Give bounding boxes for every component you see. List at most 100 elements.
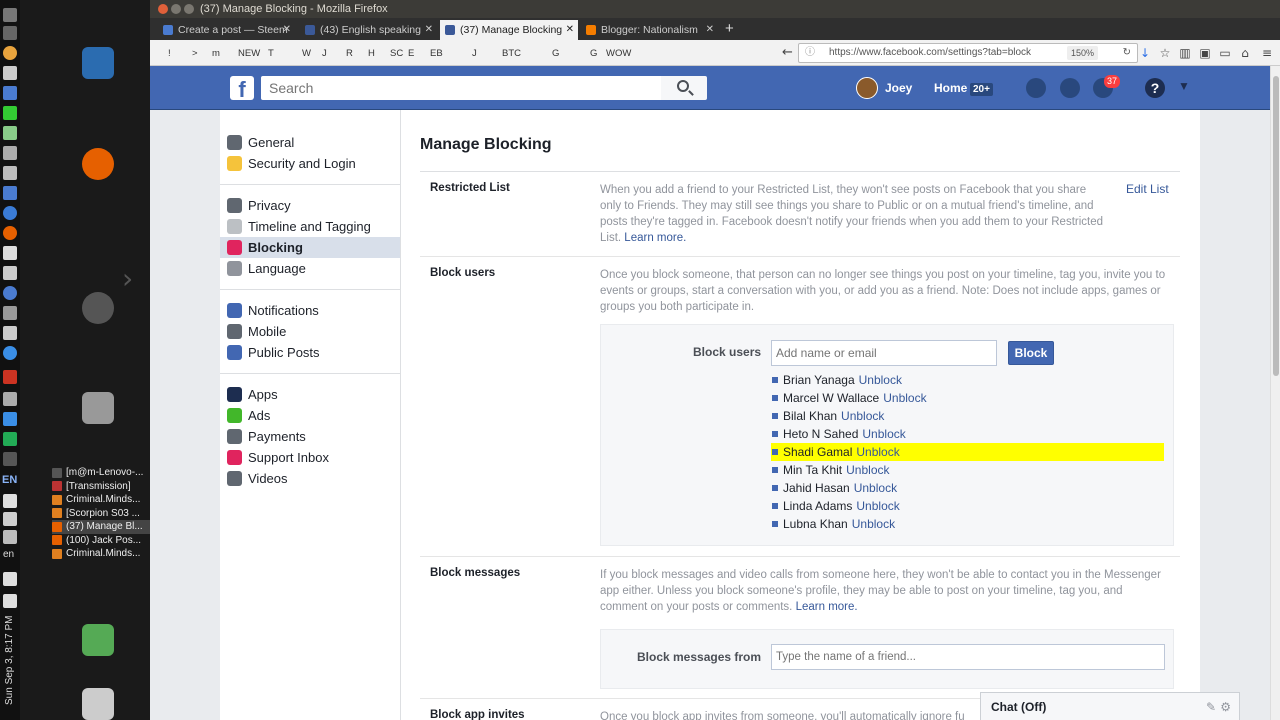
tab-english-speaking[interactable]: (43) English speaking ✕: [300, 20, 437, 40]
new-tab-button[interactable]: +: [725, 18, 734, 40]
app-icon[interactable]: [3, 186, 17, 200]
search-button[interactable]: [661, 76, 707, 100]
reload-icon[interactable]: ↻: [1123, 44, 1131, 62]
unblock-link[interactable]: Unblock: [856, 445, 899, 459]
sync-icon[interactable]: ▭: [1218, 46, 1232, 60]
bookmark-item[interactable]: NEW: [238, 48, 260, 59]
block-button[interactable]: Block: [1008, 341, 1054, 365]
chevron-right-icon[interactable]: ›: [122, 262, 133, 295]
zoom-level[interactable]: 150%: [1067, 46, 1099, 60]
window-list-item[interactable]: [m@m-Lenovo-...: [52, 466, 150, 480]
library-icon[interactable]: ▥: [1178, 46, 1192, 60]
sidebar-item-support-inbox[interactable]: Support Inbox: [220, 447, 400, 468]
close-tab-icon[interactable]: ✕: [283, 20, 291, 40]
bitcoin-icon[interactable]: [3, 46, 17, 60]
bookmark-item[interactable]: R: [346, 48, 353, 59]
unblock-link[interactable]: Unblock: [852, 517, 895, 531]
sidebar-item-public-posts[interactable]: Public Posts: [220, 342, 400, 363]
chrome-icon[interactable]: [3, 286, 17, 300]
minimize-window-button[interactable]: [171, 4, 181, 14]
profile-link[interactable]: Joey: [885, 81, 912, 95]
search-input[interactable]: [261, 76, 661, 100]
tab-steem[interactable]: Create a post — Steem ✕: [158, 20, 295, 40]
pocket-icon[interactable]: ▣: [1198, 46, 1212, 60]
trash-icon[interactable]: [82, 688, 114, 720]
ubuntu-settings-icon[interactable]: [82, 292, 114, 324]
sidebar-item-language[interactable]: Language: [220, 258, 400, 279]
tab-manage-blocking[interactable]: (37) Manage Blocking ✕: [440, 20, 578, 40]
app-icon[interactable]: [3, 326, 17, 340]
sidebar-item-privacy[interactable]: Privacy: [220, 195, 400, 216]
back-button[interactable]: ←: [782, 45, 793, 60]
keyboard-language-indicator[interactable]: EN: [2, 474, 17, 486]
language-indicator[interactable]: en: [3, 549, 14, 560]
sidebar-item-blocking[interactable]: Blocking: [220, 237, 400, 258]
download-icon[interactable]: ↓: [1138, 46, 1152, 60]
scroll-thumb[interactable]: [1273, 76, 1279, 376]
clock[interactable]: Sun Sep 3, 8:17 PM: [0, 610, 20, 710]
bookmark-item[interactable]: G: [590, 48, 597, 59]
unblock-link[interactable]: Unblock: [859, 373, 902, 387]
app-icon[interactable]: [3, 392, 17, 406]
battery-icon[interactable]: [3, 494, 17, 508]
url-text[interactable]: https://www.facebook.com/settings?tab=bl…: [829, 44, 1031, 62]
help-icon[interactable]: ?: [1145, 78, 1165, 98]
firefox-launcher-icon[interactable]: [82, 148, 114, 180]
learn-more-link[interactable]: Learn more.: [796, 601, 858, 613]
window-list-item[interactable]: [Scorpion S03 ...: [52, 507, 150, 521]
app-icon[interactable]: [3, 412, 17, 426]
wifi-icon[interactable]: [3, 512, 17, 526]
star-icon[interactable]: ☆: [1158, 46, 1172, 60]
app-icon[interactable]: [3, 266, 17, 280]
edit-list-link[interactable]: Edit List: [1126, 182, 1169, 196]
bookmark-item[interactable]: WOW: [606, 48, 631, 59]
maximize-window-button[interactable]: [184, 4, 194, 14]
app-icon[interactable]: [3, 126, 17, 140]
app-icon[interactable]: [3, 206, 17, 220]
window-list-item[interactable]: (100) Jack Pos...: [52, 534, 150, 548]
unblock-link[interactable]: Unblock: [854, 481, 897, 495]
tab-blogger[interactable]: Blogger: Nationalism ✕: [581, 20, 718, 40]
block-messages-input[interactable]: [771, 644, 1165, 670]
bookmark-item[interactable]: EB: [430, 48, 443, 59]
filezilla-icon[interactable]: [3, 370, 17, 384]
app-icon[interactable]: [3, 146, 17, 160]
bookmark-item[interactable]: J: [322, 48, 327, 59]
bookmark-item[interactable]: J: [472, 48, 477, 59]
unblock-link[interactable]: Unblock: [846, 463, 889, 477]
window-list-item[interactable]: Criminal.Minds...: [52, 493, 150, 507]
volume-icon[interactable]: [3, 572, 17, 586]
sidebar-item-apps[interactable]: Apps: [220, 384, 400, 405]
learn-more-link[interactable]: Learn more.: [624, 232, 686, 244]
unblock-link[interactable]: Unblock: [883, 391, 926, 405]
window-list-item[interactable]: Criminal.Minds...: [52, 547, 150, 561]
friend-requests-icon[interactable]: [1026, 78, 1046, 98]
sidebar-item-mobile[interactable]: Mobile: [220, 321, 400, 342]
bookmark-item[interactable]: T: [268, 48, 274, 59]
document-icon[interactable]: [3, 66, 17, 80]
app-icon[interactable]: [3, 166, 17, 180]
battery-icon[interactable]: [3, 594, 17, 608]
app-icon[interactable]: [3, 306, 17, 320]
bookmark-item[interactable]: BTC: [502, 48, 521, 59]
files-icon[interactable]: [82, 392, 114, 424]
bookmark-item[interactable]: W: [302, 48, 311, 59]
tray-icon[interactable]: [3, 26, 17, 40]
app-icon[interactable]: [3, 530, 17, 544]
bookmark-item[interactable]: H: [368, 48, 375, 59]
unblock-link[interactable]: Unblock: [862, 427, 905, 441]
app-icon[interactable]: [3, 106, 17, 120]
sidebar-item-payments[interactable]: Payments: [220, 426, 400, 447]
chevron-down-icon[interactable]: ▼: [1178, 79, 1190, 93]
home-icon[interactable]: ⌂: [1238, 46, 1252, 60]
sidebar-item-notifications[interactable]: Notifications: [220, 300, 400, 321]
compose-icon[interactable]: ✎: [1206, 700, 1216, 714]
sidebar-item-timeline-and-tagging[interactable]: Timeline and Tagging: [220, 216, 400, 237]
page-scrollbar[interactable]: [1270, 66, 1280, 720]
app-icon[interactable]: [3, 432, 17, 446]
sidebar-item-general[interactable]: General: [220, 132, 400, 153]
bookmark-item[interactable]: SC: [390, 48, 403, 59]
close-tab-icon[interactable]: ✕: [425, 20, 433, 40]
lock-icon[interactable]: ⓘ: [805, 44, 815, 62]
user-switch-icon[interactable]: [82, 624, 114, 656]
